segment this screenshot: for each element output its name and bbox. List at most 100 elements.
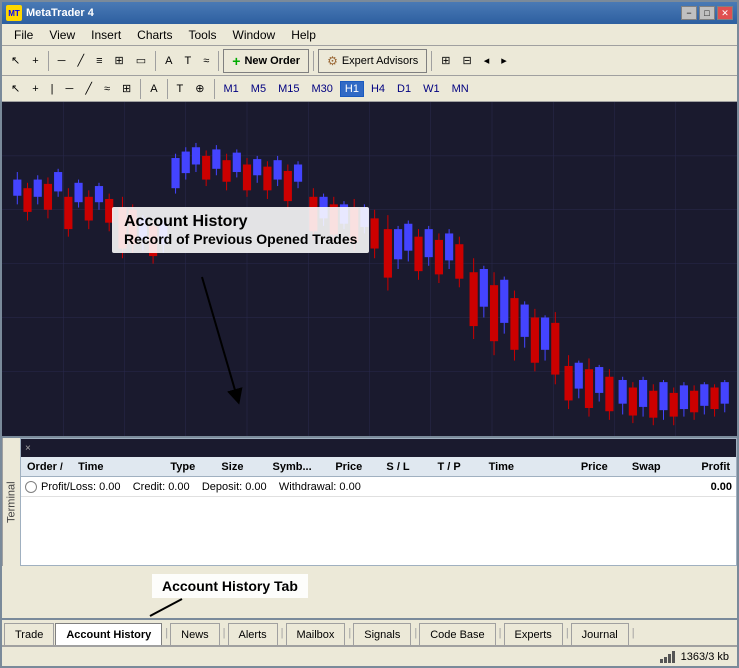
menu-help[interactable]: Help [283, 26, 324, 44]
tab-alerts[interactable]: Alerts [228, 623, 278, 645]
terminal-header: × [21, 439, 736, 457]
expert-label: Expert Advisors [342, 55, 418, 67]
col-header-sl: S / L [384, 461, 435, 473]
toolbar-text[interactable]: A [160, 49, 177, 73]
toolbar2-expand[interactable]: ⊕ [190, 77, 209, 101]
toolbar-scroll-right[interactable]: ▸ [496, 49, 512, 73]
toolbar-text2[interactable]: T [179, 49, 196, 73]
terminal-label: Terminal [6, 481, 18, 523]
timeframe-w1[interactable]: W1 [418, 81, 445, 97]
timeframe-d1[interactable]: D1 [392, 81, 416, 97]
maximize-button[interactable]: □ [699, 6, 715, 20]
col-header-type: Type [168, 461, 219, 473]
toolbar2-channels[interactable]: ≈ [99, 77, 115, 101]
toolbar2-cross[interactable]: + [27, 77, 43, 101]
tab-trade[interactable]: Trade [4, 623, 54, 645]
tab-codebase[interactable]: Code Base [419, 623, 495, 645]
toolbar-fib[interactable]: ≈ [198, 49, 214, 73]
toolbar-crosshair[interactable]: + [27, 49, 43, 73]
col-header-profit: Profit [681, 461, 732, 473]
timeframe-m1[interactable]: M1 [219, 81, 244, 97]
toolbar-zoom-out[interactable]: ⊟ [457, 49, 476, 73]
bottom-annotation: Account History Tab [152, 574, 308, 598]
tab-signals[interactable]: Signals [353, 623, 411, 645]
col-header-size: Size [219, 461, 270, 473]
toolbar-arrow[interactable]: ↖ [6, 49, 25, 73]
menu-view[interactable]: View [41, 26, 83, 44]
toolbar-separator-4 [313, 51, 314, 71]
expert-icon: ⚙ [327, 54, 338, 68]
menu-window[interactable]: Window [225, 26, 284, 44]
tab-account-history[interactable]: Account History [55, 623, 162, 645]
col-header-time2: Time [487, 461, 579, 473]
toolbar2-vline[interactable]: | [46, 77, 59, 101]
profit-value: 0.00 [711, 481, 732, 493]
toolbar-shapes[interactable]: ▭ [131, 49, 151, 73]
tab-experts[interactable]: Experts [504, 623, 563, 645]
timeframe-m30[interactable]: M30 [306, 81, 337, 97]
toolbar2-text[interactable]: A [145, 77, 162, 101]
menu-insert[interactable]: Insert [83, 26, 129, 44]
col-header-time: Time [76, 461, 168, 473]
toolbar-line[interactable]: ─ [53, 49, 71, 73]
timeframe-m15[interactable]: M15 [273, 81, 304, 97]
terminal-side-label: Terminal [2, 438, 20, 566]
timeframe-m5[interactable]: M5 [246, 81, 271, 97]
terminal-main: × Order / Time Type Size Symb... Price S… [20, 438, 737, 566]
bottom-annotation-text: Account History Tab [162, 578, 298, 594]
toolbar2-diag[interactable]: ╱ [80, 77, 97, 101]
col-header-price: Price [333, 461, 384, 473]
minimize-button[interactable]: − [681, 6, 697, 20]
menu-tools[interactable]: Tools [181, 26, 225, 44]
new-order-button[interactable]: + New Order [223, 49, 309, 73]
toolbar-period[interactable]: ⊞ [110, 49, 129, 73]
status-bar: 1363/3 kb [2, 646, 737, 666]
col-header-price2: Price [579, 461, 630, 473]
app-icon: MT [6, 5, 22, 21]
terminal-close-icon[interactable]: × [25, 443, 31, 454]
tab-journal[interactable]: Journal [571, 623, 629, 645]
toolbar2-cursor[interactable]: ↖ [6, 77, 25, 101]
new-order-icon: + [232, 53, 240, 69]
new-order-label: New Order [244, 55, 300, 67]
timeframe-h4[interactable]: H4 [366, 81, 390, 97]
toolbar2-sep-2 [167, 79, 168, 99]
toolbar-hline[interactable]: ≡ [91, 49, 107, 73]
toolbar-zoom-in[interactable]: ⊞ [436, 49, 455, 73]
title-bar: MT MetaTrader 4 − □ ✕ [2, 2, 737, 24]
window-title: MetaTrader 4 [26, 7, 94, 19]
tab-mailbox[interactable]: Mailbox [286, 623, 346, 645]
col-header-order: Order / [25, 461, 76, 473]
toolbar-separator-5 [431, 51, 432, 71]
tab-news[interactable]: News [170, 623, 220, 645]
expert-advisors-button[interactable]: ⚙ Expert Advisors [318, 49, 427, 73]
toolbar-scroll-left[interactable]: ◂ [479, 49, 495, 73]
col-header-tp: T / P [436, 461, 487, 473]
table-row: Profit/Loss: 0.00 Credit: 0.00 Deposit: … [21, 477, 736, 497]
main-window: MT MetaTrader 4 − □ ✕ File View Insert C… [0, 0, 739, 668]
status-area: Trade Account History | News | Alerts | … [2, 618, 737, 666]
tabs-row: Trade Account History | News | Alerts | … [2, 620, 737, 646]
menu-bar: File View Insert Charts Tools Window Hel… [2, 24, 737, 46]
table-header: Order / Time Type Size Symb... Price S /… [21, 457, 736, 477]
toolbar2-period-sep[interactable]: ⊞ [117, 77, 136, 101]
toolbar-separator-1 [48, 51, 49, 71]
timeframe-h1[interactable]: H1 [340, 81, 364, 97]
menu-file[interactable]: File [6, 26, 41, 44]
col-header-symbol: Symb... [271, 461, 334, 473]
pl-row-text: Profit/Loss: 0.00 Credit: 0.00 Deposit: … [41, 481, 711, 493]
close-button[interactable]: ✕ [717, 6, 733, 20]
menu-charts[interactable]: Charts [129, 26, 180, 44]
empty-strip: Account History Tab [2, 566, 737, 618]
toolbar2-hline[interactable]: ─ [61, 77, 79, 101]
title-bar-left: MT MetaTrader 4 [6, 5, 94, 21]
toolbar2-fib[interactable]: T [172, 77, 189, 101]
toolbar-diagonal[interactable]: ╱ [72, 49, 89, 73]
terminal-wrapper: Terminal × Order / Time Type Size Symb..… [2, 436, 737, 566]
chart-area[interactable]: Account History Record of Previous Opene… [2, 102, 737, 436]
toolbar2: ↖ + | ─ ╱ ≈ ⊞ A T ⊕ M1 M5 M15 M30 H1 H4 … [2, 76, 737, 102]
bottom-annotation-arrow [2, 566, 737, 618]
toolbar: ↖ + ─ ╱ ≡ ⊞ ▭ A T ≈ + New Order ⚙ Expert… [2, 46, 737, 76]
timeframe-mn[interactable]: MN [447, 81, 474, 97]
col-header-swap: Swap [630, 461, 681, 473]
